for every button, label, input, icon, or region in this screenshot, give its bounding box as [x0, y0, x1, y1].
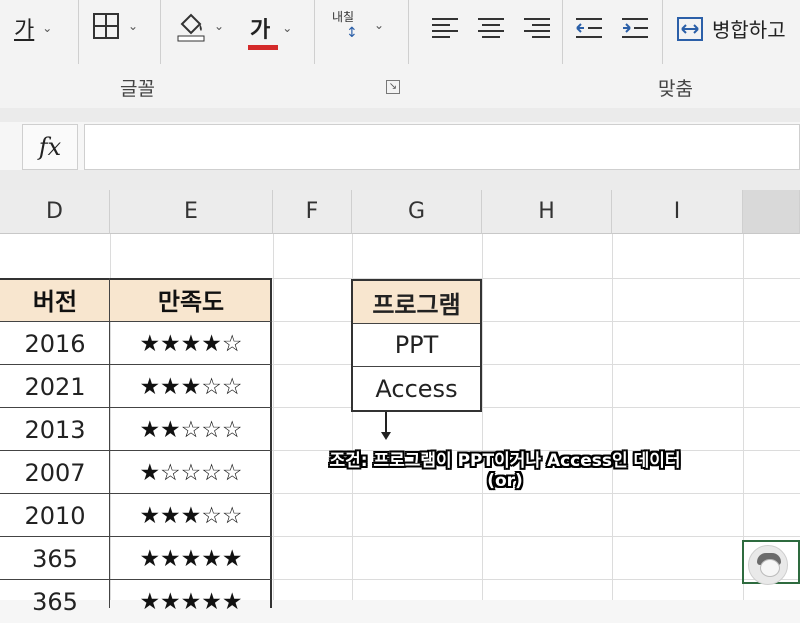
table-cell-version[interactable]: 2021 [0, 365, 110, 408]
column-header-h[interactable]: H [482, 190, 612, 234]
gridline [482, 234, 483, 600]
font-color-button[interactable]: 가 ⌄ [248, 12, 293, 50]
condition-caption: 조건: 프로그램이 PPT이거나 Access인 데이터 (or) [300, 451, 710, 491]
divider [314, 0, 315, 64]
decrease-indent-icon[interactable] [574, 16, 604, 40]
criteria-value-cell[interactable]: PPT [353, 324, 480, 367]
alignment-group-label: 맞춤 [658, 78, 693, 100]
font-sample: 가 [14, 18, 35, 43]
font-color-swatch [248, 45, 278, 50]
avatar-face [760, 559, 780, 577]
arrow-down-icon [381, 412, 391, 440]
formula-bar-spacer [0, 170, 800, 190]
table-cell-stars[interactable]: ★★★★★ [110, 537, 272, 580]
font-dropdown[interactable]: 가 ⌄ [14, 12, 52, 44]
font-group-label: 글꼴 [120, 78, 155, 100]
insert-function-button[interactable]: fx [22, 124, 78, 170]
table-cell-stars[interactable]: ★★★★★ [110, 580, 272, 623]
column-header-d[interactable]: D [0, 190, 110, 234]
merge-label: 병합하고 [712, 18, 786, 42]
caption-line: (or) [487, 471, 523, 491]
borders-icon [93, 13, 119, 39]
table-divider [0, 321, 272, 322]
ribbon: 가 ⌄ ⌄ ⌄ 가 ⌄ 내칠 ↕ ⌄ 병합하고 글꼴 ↘ 맞춤 [0, 0, 800, 109]
phonetic-icon: ↕ [346, 25, 358, 41]
table-divider [0, 579, 272, 580]
criteria-value-cell[interactable]: Access [353, 367, 480, 410]
formula-input[interactable] [84, 124, 800, 170]
font-color-sample: 가 [250, 18, 271, 43]
align-right-icon[interactable] [522, 16, 552, 40]
chevron-down-icon: ⌄ [128, 19, 139, 33]
fill-bucket-icon [177, 13, 205, 42]
header-cell-satisfaction[interactable]: 만족도 [110, 278, 272, 321]
table-cell-version[interactable]: 2016 [0, 322, 110, 365]
table-cell-version[interactable]: 365 [0, 580, 110, 623]
table-cell-stars[interactable]: ★★★☆☆ [110, 494, 272, 537]
fill-color-button[interactable]: ⌄ [176, 10, 224, 42]
table-divider [109, 278, 110, 608]
column-header-j[interactable] [743, 190, 800, 234]
table-divider [0, 364, 272, 365]
chevron-down-icon: ⌄ [214, 19, 225, 33]
caption-line: 조건: 프로그램이 PPT이거나 Access인 데이터 [329, 451, 681, 471]
table-cell-version[interactable]: 2007 [0, 451, 110, 494]
avatar [748, 545, 788, 585]
phonetic-label: 내칠 [332, 10, 355, 24]
table-cell-stars[interactable]: ★★★★☆ [110, 322, 272, 365]
divider [78, 0, 79, 64]
table-divider [0, 536, 272, 537]
align-left-icon[interactable] [430, 16, 460, 40]
divider [562, 0, 563, 64]
column-header-i[interactable]: I [612, 190, 743, 234]
column-header-e[interactable]: E [110, 190, 273, 234]
borders-button[interactable]: ⌄ [92, 12, 138, 40]
dialog-launcher-icon[interactable]: ↘ [386, 80, 400, 94]
divider [160, 0, 161, 64]
criteria-table: 프로그램 PPT Access [351, 279, 482, 412]
column-header-g[interactable]: G [352, 190, 482, 234]
table-divider [0, 407, 272, 408]
divider [408, 0, 409, 64]
table-cell-version[interactable]: 365 [0, 537, 110, 580]
table-divider [0, 493, 272, 494]
table-cell-version[interactable]: 2010 [0, 494, 110, 537]
criteria-header-cell[interactable]: 프로그램 [353, 281, 480, 324]
table-divider [0, 450, 272, 451]
merge-center-button[interactable]: 병합하고 [676, 14, 786, 43]
table-cell-stars[interactable]: ★★★☆☆ [110, 365, 272, 408]
header-cell-version[interactable]: 버전 [0, 278, 110, 321]
align-center-icon[interactable] [476, 16, 506, 40]
table-cell-version[interactable]: 2013 [0, 408, 110, 451]
table-cell-stars[interactable]: ★★☆☆☆ [110, 408, 272, 451]
chevron-down-icon: ⌄ [282, 21, 293, 35]
formula-bar-spacer [0, 108, 800, 122]
chevron-down-icon[interactable]: ⌄ [374, 18, 384, 32]
increase-indent-icon[interactable] [620, 16, 650, 40]
gridline [612, 234, 613, 600]
gridline [273, 234, 274, 600]
merge-icon [677, 16, 703, 41]
divider [662, 0, 663, 64]
table-cell-stars[interactable]: ★☆☆☆☆ [110, 451, 272, 494]
column-header-f[interactable]: F [273, 190, 352, 234]
phonetic-button[interactable]: 내칠 ↕ [332, 8, 358, 41]
fx-icon: fx [38, 133, 62, 161]
chevron-down-icon: ⌄ [42, 21, 53, 35]
